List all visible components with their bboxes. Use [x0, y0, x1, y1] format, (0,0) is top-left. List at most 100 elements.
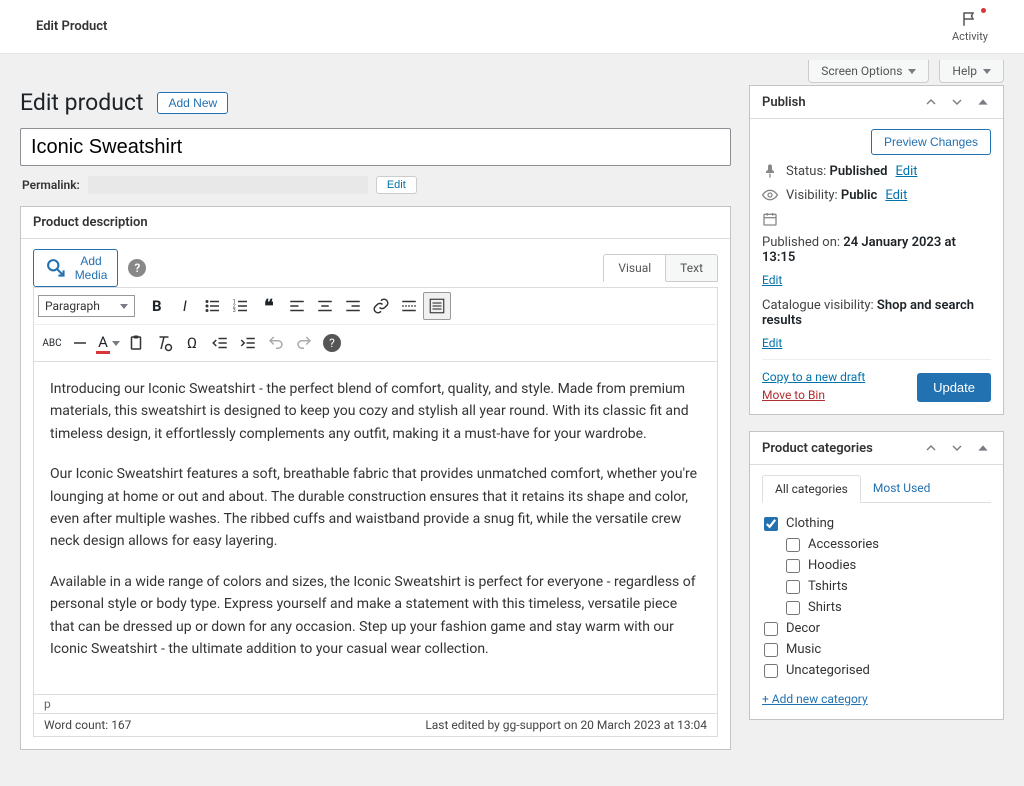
- category-checkbox[interactable]: [764, 622, 778, 636]
- published-label: Published on: 24 January 2023 at 13:15: [762, 235, 991, 265]
- clear-formatting-button[interactable]: [150, 329, 178, 357]
- published-edit-link[interactable]: Edit: [762, 273, 782, 287]
- categories-tab-most-used[interactable]: Most Used: [861, 475, 943, 502]
- description-paragraph: Our Iconic Sweatshirt features a soft, b…: [50, 463, 701, 553]
- permalink-edit-button[interactable]: Edit: [376, 176, 417, 194]
- numbered-list-button[interactable]: 123: [227, 292, 255, 320]
- category-checkbox[interactable]: [764, 517, 778, 531]
- link-button[interactable]: [367, 292, 395, 320]
- category-item[interactable]: Shirts: [764, 597, 989, 618]
- paste-text-button[interactable]: [122, 329, 150, 357]
- read-more-button[interactable]: [395, 292, 423, 320]
- editor-tab-text[interactable]: Text: [666, 254, 718, 282]
- top-bar-title: Edit Product: [36, 19, 107, 34]
- word-count: Word count: 167: [44, 718, 131, 732]
- keyboard-help-button[interactable]: ?: [318, 329, 346, 357]
- undo-button[interactable]: [262, 329, 290, 357]
- paragraph-select[interactable]: Paragraph: [38, 295, 135, 317]
- publish-box-title: Publish: [762, 95, 806, 110]
- chevron-down-icon: [908, 69, 916, 74]
- copy-draft-link[interactable]: Copy to a new draft: [762, 370, 865, 384]
- chevron-down-icon[interactable]: [949, 94, 965, 110]
- toolbar-toggle-button[interactable]: [423, 292, 451, 320]
- category-item[interactable]: Clothing: [764, 513, 989, 534]
- category-label: Hoodies: [808, 558, 856, 573]
- chevron-down-icon[interactable]: [949, 440, 965, 456]
- svg-text:3: 3: [233, 308, 236, 314]
- strikethrough-button[interactable]: ABC: [38, 329, 66, 357]
- editor-path: p: [33, 695, 718, 714]
- catalogue-label: Catalogue visibility: Shop and search re…: [762, 298, 991, 328]
- top-bar: Edit Product Activity: [0, 0, 1024, 54]
- update-button[interactable]: Update: [917, 373, 991, 402]
- align-center-button[interactable]: [311, 292, 339, 320]
- catalogue-edit-link[interactable]: Edit: [762, 336, 782, 350]
- category-checkbox[interactable]: [764, 643, 778, 657]
- publish-box: Publish Preview Changes Status: Publishe…: [749, 85, 1004, 415]
- add-media-button[interactable]: Add Media: [33, 249, 118, 287]
- preview-changes-button[interactable]: Preview Changes: [871, 129, 991, 155]
- blockquote-button[interactable]: ❝: [255, 292, 283, 320]
- redo-button[interactable]: [290, 329, 318, 357]
- italic-button[interactable]: I: [171, 292, 199, 320]
- page-title: Edit product: [20, 89, 143, 116]
- bold-button[interactable]: B: [143, 292, 171, 320]
- help-icon[interactable]: ?: [128, 259, 146, 277]
- category-checkbox[interactable]: [786, 601, 800, 615]
- collapse-icon[interactable]: [975, 94, 991, 110]
- category-item[interactable]: Tshirts: [764, 576, 989, 597]
- visibility-label: Visibility: Public: [786, 188, 877, 203]
- category-label: Clothing: [786, 516, 834, 531]
- horizontal-rule-button[interactable]: [66, 329, 94, 357]
- description-paragraph: Available in a wide range of colors and …: [50, 571, 701, 661]
- chevron-up-icon[interactable]: [923, 94, 939, 110]
- categories-list[interactable]: Clothing Accessories Hoodies TshirtsShirts D…: [762, 509, 991, 684]
- screen-options-button[interactable]: Screen Options: [808, 60, 929, 83]
- category-item[interactable]: Hoodies: [764, 555, 989, 576]
- product-title-input[interactable]: [20, 128, 731, 166]
- category-item[interactable]: Uncategorised: [764, 660, 989, 681]
- add-new-category-link[interactable]: + Add new category: [762, 692, 868, 706]
- bullet-list-button[interactable]: [199, 292, 227, 320]
- category-item[interactable]: Accessories: [764, 534, 989, 555]
- category-checkbox[interactable]: [786, 580, 800, 594]
- align-left-button[interactable]: [283, 292, 311, 320]
- categories-box-title: Product categories: [762, 441, 873, 456]
- chevron-up-icon[interactable]: [923, 440, 939, 456]
- visibility-edit-link[interactable]: Edit: [885, 188, 907, 203]
- category-label: Decor: [786, 621, 820, 636]
- editor-content[interactable]: Introducing our Iconic Sweatshirt - the …: [33, 362, 718, 695]
- collapse-icon[interactable]: [975, 440, 991, 456]
- add-new-button[interactable]: Add New: [157, 92, 228, 114]
- category-checkbox[interactable]: [764, 664, 778, 678]
- description-paragraph: Introducing our Iconic Sweatshirt - the …: [50, 378, 701, 445]
- editor-tab-visual[interactable]: Visual: [603, 254, 666, 282]
- activity-label: Activity: [952, 30, 988, 43]
- chevron-down-icon: [120, 304, 128, 309]
- category-item[interactable]: Music: [764, 639, 989, 660]
- product-description-box: Product description Add Media ? Visual T…: [20, 206, 731, 750]
- description-box-title: Product description: [33, 215, 148, 230]
- status-label: Status: Published: [786, 164, 887, 179]
- calendar-icon: [762, 211, 778, 227]
- help-button[interactable]: Help: [939, 60, 1004, 83]
- outdent-button[interactable]: [206, 329, 234, 357]
- categories-tab-all[interactable]: All categories: [762, 475, 861, 503]
- category-checkbox[interactable]: [786, 559, 800, 573]
- activity-button[interactable]: Activity: [952, 10, 988, 43]
- align-right-button[interactable]: [339, 292, 367, 320]
- notification-dot-icon: [981, 8, 986, 13]
- eye-icon: [762, 187, 778, 203]
- category-checkbox[interactable]: [786, 538, 800, 552]
- status-edit-link[interactable]: Edit: [895, 164, 917, 179]
- category-item[interactable]: Decor: [764, 618, 989, 639]
- pin-icon: [762, 163, 778, 179]
- indent-button[interactable]: [234, 329, 262, 357]
- category-label: Music: [786, 642, 821, 657]
- last-edited: Last edited by gg-support on 20 March 20…: [425, 718, 707, 732]
- text-color-button[interactable]: A: [94, 329, 122, 357]
- editor-toolbar: Paragraph B I 123 ❝ ABC A: [33, 287, 718, 362]
- special-char-button[interactable]: Ω: [178, 329, 206, 357]
- categories-box: Product categories All categories Most U…: [749, 431, 1004, 720]
- move-to-bin-link[interactable]: Move to Bin: [762, 388, 865, 402]
